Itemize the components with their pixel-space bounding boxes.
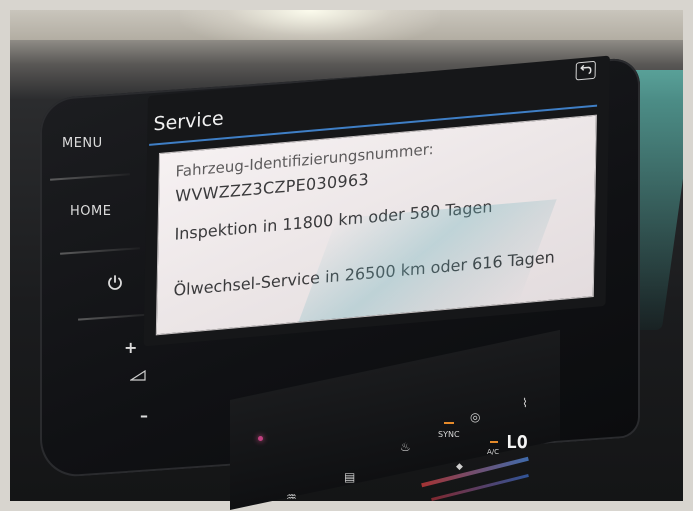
sync-button[interactable]: SYNC [438, 430, 460, 439]
volume-down-button[interactable]: – [140, 406, 149, 425]
pink-light-glint [258, 436, 263, 441]
temperature-display: LO [506, 432, 528, 453]
back-button[interactable] [575, 60, 596, 81]
volume-icon [128, 369, 146, 382]
front-defrost-icon[interactable]: ♒ [286, 490, 297, 504]
heated-seat-icon[interactable]: ⌇ [522, 396, 528, 410]
power-button[interactable] [104, 274, 126, 296]
fan-icon[interactable]: ◎ [470, 410, 480, 424]
ac-indicator-led [490, 441, 498, 443]
volume-up-button[interactable]: + [124, 338, 138, 357]
power-icon [108, 275, 122, 290]
back-arrow-icon [580, 64, 592, 75]
home-button[interactable]: HOME [70, 204, 111, 219]
rear-defrost-icon[interactable]: ▤ [344, 470, 355, 484]
page-title: Service [153, 107, 224, 136]
screen-reflection [298, 199, 557, 322]
sync-indicator-led [444, 422, 454, 424]
infotainment-screen: Service Fahrzeug-Identifizierungsnummer:… [143, 55, 610, 347]
seat-heat-icon[interactable]: ♨ [400, 440, 411, 454]
service-info-panel: Fahrzeug-Identifizierungsnummer: WVWZZZ3… [155, 114, 597, 336]
recirculation-icon[interactable]: ◆ [456, 462, 463, 472]
menu-button[interactable]: MENU [62, 136, 103, 151]
ac-button[interactable]: A/C [487, 448, 499, 456]
